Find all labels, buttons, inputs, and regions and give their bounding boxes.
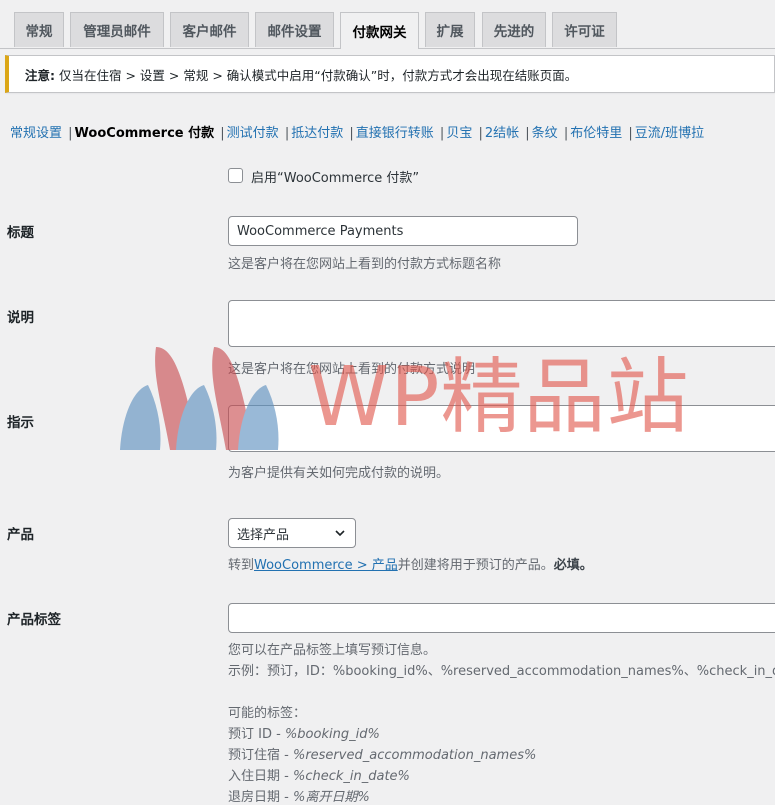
tag-item: 入住日期 - %check_in_date% [228, 765, 410, 784]
instructions-description: 为客户提供有关如何完成付款的说明。 [228, 466, 450, 481]
title-description: 这是客户将在您网站上看到的付款方式标题名称 [228, 257, 502, 272]
subnav-woocommerce-payments[interactable]: WooCommerce 付款 [75, 126, 215, 141]
subnav-separator: | [68, 126, 73, 141]
product-select-value: 选择产品 [237, 527, 290, 543]
product-select[interactable]: 选择产品 [228, 518, 356, 548]
tag-item: 预订住宿 - %reserved_accommodation_names% [228, 744, 536, 763]
gateway-subnav: 常规设置 | WooCommerce 付款 | 测试付款 | 抵达付款 | 直接银行转账… [10, 122, 704, 141]
tag-name: 退房日期 - [228, 790, 293, 805]
chevron-down-icon [335, 530, 345, 537]
tag-item: 预订 ID - %booking_id% [228, 723, 380, 742]
notice-text: 仅当在住宿 > 设置 > 常规 > 确认模式中启用“付款确认”时，付款方式才会出… [59, 67, 578, 83]
watermark-text: WP精品站 [308, 350, 690, 445]
tag-name: 入住日期 - [228, 769, 293, 784]
subnav-separator: | [349, 126, 354, 141]
description-textarea[interactable] [228, 300, 775, 347]
product-label-input[interactable] [228, 603, 775, 633]
title-input-value: WooCommerce Payments [237, 223, 404, 239]
tag-name: 预订 ID - [228, 727, 285, 742]
tab-customer-emails[interactable]: 客户邮件 [170, 12, 249, 47]
subnav-separator: | [628, 126, 633, 141]
subnav-separator: | [478, 126, 483, 141]
instructions-label: 指示 [7, 415, 34, 431]
tab-extensions[interactable]: 扩展 [425, 12, 475, 47]
enable-checkbox[interactable] [228, 168, 243, 183]
tab-payment-gateways[interactable]: 付款网关 [340, 12, 419, 49]
title-label: 标题 [7, 225, 34, 241]
tag-name: 预订住宿 - [228, 748, 293, 763]
subnav-separator: | [563, 126, 569, 141]
tag-code: %离开日期% [292, 790, 370, 805]
subnav-separator: | [439, 126, 445, 141]
possible-tags-heading: 可能的标签： [228, 706, 307, 721]
subnav-paypal[interactable]: 贝宝 [446, 126, 472, 141]
product-description: 转到WooCommerce > 产品并创建将用于预订的产品。必填。 [228, 554, 593, 573]
product-desc-suffix: 并创建将用于预订的产品。 [397, 558, 554, 573]
subnav-separator: | [220, 126, 225, 141]
subnav-stripe[interactable]: 条纹 [532, 126, 558, 141]
product-label: 产品 [7, 527, 34, 543]
subnav-general-settings[interactable]: 常规设置 [10, 126, 62, 141]
notice-banner: 注意: 仅当在住宿 > 设置 > 常规 > 确认模式中启用“付款确认”时，付款方… [5, 55, 775, 93]
tab-admin-emails[interactable]: 管理员邮件 [70, 12, 164, 47]
product-label-desc-1: 您可以在产品标签上填写预订信息。 [228, 643, 437, 658]
settings-tabs: 常规 管理员邮件 客户邮件 邮件设置 付款网关 扩展 先进的 许可证 [0, 0, 775, 49]
tag-item: 退房日期 - %离开日期% [228, 786, 370, 805]
subnav-beanstream[interactable]: 豆流/班博拉 [635, 126, 704, 141]
product-desc-prefix: 转到 [228, 558, 255, 573]
subnav-pay-on-arrival[interactable]: 抵达付款 [291, 126, 343, 141]
tab-license[interactable]: 许可证 [552, 12, 617, 47]
subnav-separator: | [525, 126, 530, 141]
product-label-example: 示例：预订，ID：%booking_id%、%reserved_accommod… [228, 664, 775, 679]
description-label: 说明 [7, 310, 34, 326]
title-input[interactable]: WooCommerce Payments [228, 216, 578, 246]
tab-advanced[interactable]: 先进的 [482, 12, 546, 47]
tag-code: %reserved_accommodation_names% [292, 748, 537, 763]
tag-code: %check_in_date% [292, 769, 410, 784]
notice-strong: 注意: [25, 67, 55, 83]
tab-email-settings[interactable]: 邮件设置 [255, 12, 334, 47]
subnav-braintree[interactable]: 布伦特里 [570, 126, 622, 141]
tab-general[interactable]: 常规 [14, 12, 64, 47]
product-label-label: 产品标签 [7, 612, 61, 628]
subnav-bank-transfer[interactable]: 直接银行转账 [356, 126, 434, 141]
product-desc-required: 必填。 [553, 558, 593, 573]
subnav-2checkout[interactable]: 2结帐 [485, 126, 519, 141]
enable-label[interactable]: 启用“WooCommerce 付款” [251, 167, 419, 186]
tag-code: %booking_id% [284, 727, 380, 742]
subnav-test-payment[interactable]: 测试付款 [227, 126, 279, 141]
woocommerce-products-link[interactable]: WooCommerce > 产品 [254, 558, 398, 573]
subnav-separator: | [284, 126, 290, 141]
